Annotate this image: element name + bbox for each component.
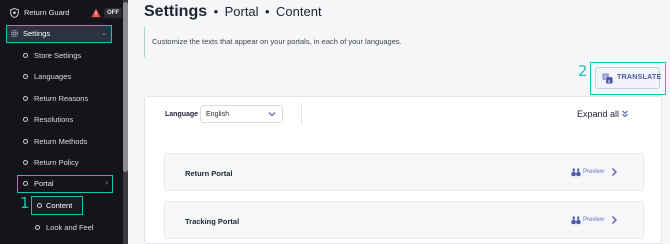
return-portal-row[interactable]: Return Portal Preview <box>164 153 644 191</box>
sidebar-scrollbar[interactable] <box>123 0 128 244</box>
bullet-icon <box>23 160 28 165</box>
language-label: Language <box>165 111 199 118</box>
double-chevron-down-icon <box>622 110 628 118</box>
preview-link[interactable]: Preview <box>583 169 604 175</box>
tracking-portal-label: Tracking Portal <box>185 217 240 226</box>
sidebar-item-label: Return Reasons <box>34 94 89 103</box>
chevron-down-icon <box>268 112 276 117</box>
page-title-main: Settings <box>144 3 208 20</box>
sidebar-item-label: Look and Feel <box>46 223 94 232</box>
sidebar-item-return-methods[interactable]: Return Methods <box>0 134 123 150</box>
sidebar-item-return-policy[interactable]: Return Policy <box>0 155 123 171</box>
annotation-step-1: 1 <box>20 194 30 212</box>
binoculars-icon <box>571 168 581 177</box>
sidebar-item-return-reasons[interactable]: Return Reasons <box>0 91 123 107</box>
language-select[interactable]: English <box>200 105 283 123</box>
chevron-down-icon: ⌄ <box>101 30 107 37</box>
scrollbar-thumb[interactable] <box>123 2 128 172</box>
description-banner: Customize the texts that appear on your … <box>144 27 662 57</box>
translate-button[interactable]: A a TRANSLATE <box>595 67 662 89</box>
sidebar-item-label: Return Policy <box>34 158 79 167</box>
chevron-right-icon[interactable] <box>611 167 618 177</box>
bullet-icon <box>23 139 28 144</box>
breadcrumb-portal: Portal <box>224 4 259 19</box>
bullet-icon <box>37 203 42 208</box>
sidebar-item-label: Store Settings <box>34 51 82 60</box>
expand-all-button[interactable]: Expand all <box>577 109 628 119</box>
annotation-step-2: 2 <box>578 62 588 80</box>
shield-icon <box>10 8 19 18</box>
breadcrumb-content: Content <box>276 4 322 19</box>
sidebar-item-look-and-feel[interactable]: Look and Feel <box>0 220 123 236</box>
description-text: Customize the texts that appear on your … <box>152 37 402 46</box>
status-badge[interactable]: OFF <box>104 8 122 18</box>
sidebar-item-label: Return Methods <box>34 137 88 146</box>
sidebar-item-languages[interactable]: Languages <box>0 69 123 85</box>
bullet-icon <box>23 53 28 58</box>
bullet-icon <box>35 225 40 230</box>
translate-label: TRANSLATE <box>617 74 662 81</box>
bullet-icon <box>23 74 28 79</box>
chevron-right-icon: › <box>105 178 108 187</box>
language-value: English <box>206 111 229 118</box>
sidebar-item-label: Settings <box>23 29 51 38</box>
binoculars-icon <box>571 216 581 225</box>
sidebar: Return Guard OFF Settings ⌄ Store Settin… <box>0 0 123 244</box>
breadcrumb-separator: • <box>213 4 219 19</box>
sidebar-item-store-settings[interactable]: Store Settings <box>0 48 123 64</box>
page-title: Settings • Portal • Content <box>144 3 322 21</box>
tracking-portal-row[interactable]: Tracking Portal Preview <box>164 201 644 239</box>
return-portal-label: Return Portal <box>185 169 233 178</box>
sidebar-item-label: Languages <box>34 72 72 81</box>
sidebar-item-content[interactable]: Content <box>31 196 83 215</box>
preview-link[interactable]: Preview <box>583 217 604 223</box>
svg-text:a: a <box>608 79 611 84</box>
chevron-right-icon[interactable] <box>611 215 618 225</box>
bullet-icon <box>23 96 28 101</box>
divider <box>301 103 302 125</box>
content-card: Language English Expand all Return Porta… <box>144 96 662 244</box>
breadcrumb-separator: • <box>265 4 270 19</box>
gear-icon <box>10 29 19 38</box>
sidebar-item-portal[interactable]: Portal › <box>17 175 113 193</box>
translate-icon: A a <box>602 73 613 84</box>
bullet-icon <box>23 181 28 186</box>
sidebar-item-settings[interactable]: Settings ⌄ <box>6 25 112 43</box>
sidebar-item-label: Content <box>46 201 73 210</box>
expand-all-label: Expand all <box>577 109 620 119</box>
app-name: Return Guard <box>24 8 70 17</box>
sidebar-item-label: Resolutions <box>34 115 74 124</box>
sidebar-item-label: Portal <box>34 179 54 188</box>
translate-highlight: A a TRANSLATE <box>590 62 666 95</box>
app-switch-row[interactable]: Return Guard OFF <box>0 4 123 22</box>
bullet-icon <box>23 117 28 122</box>
sidebar-item-resolutions[interactable]: Resolutions <box>0 112 123 128</box>
warning-icon <box>91 8 101 18</box>
